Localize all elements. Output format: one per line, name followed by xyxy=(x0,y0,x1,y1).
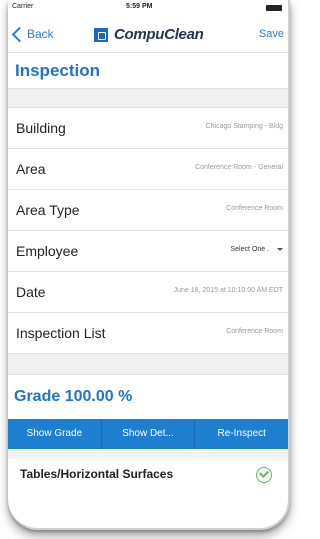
carrier-label: Carrier xyxy=(12,3,34,10)
page-title: Inspection xyxy=(8,52,288,89)
inspection-section[interactable]: Tables/Horizontal Surfaces xyxy=(8,459,288,489)
show-details-button[interactable]: Show Det... xyxy=(102,419,196,449)
employee-select-value: Select One . xyxy=(230,246,269,253)
battery-icon xyxy=(266,5,282,11)
logo-mark-icon xyxy=(94,27,108,42)
clock: 5:59 PM xyxy=(126,3,153,10)
field-value: June 18, 2015 at 10:10:00 AM EDT xyxy=(173,287,283,294)
logo-text: CompuClean xyxy=(114,26,204,43)
field-date[interactable]: Date June 18, 2015 at 10:10:00 AM EDT xyxy=(8,272,288,313)
field-inspection-list[interactable]: Inspection List Conference Room xyxy=(8,313,288,354)
employee-select[interactable]: Select One . xyxy=(230,246,283,253)
nav-bar: Back CompuClean Save xyxy=(8,18,288,52)
back-button[interactable]: Back xyxy=(10,26,54,42)
save-button[interactable]: Save xyxy=(259,28,284,40)
section-title: Tables/Horizontal Surfaces xyxy=(20,467,174,481)
chevron-left-icon xyxy=(11,26,28,42)
grade-heading: Grade 100.00 % xyxy=(14,388,133,405)
field-area[interactable]: Area Conference Room - General xyxy=(8,149,288,190)
show-grade-button[interactable]: Show Grade xyxy=(8,419,102,449)
field-label: Area Type xyxy=(16,202,80,218)
status-bar: Carrier 5:59 PM xyxy=(8,0,288,18)
field-value: Conference Room - General xyxy=(195,164,283,171)
field-label: Inspection List xyxy=(16,325,106,341)
action-bar: Show Grade Show Det... Re-Inspect xyxy=(8,419,288,449)
field-value: Conference Room xyxy=(226,328,283,335)
field-label: Area xyxy=(16,161,46,177)
field-value: Chicago Stamping - Bldg xyxy=(205,123,283,130)
field-value: Conference Room xyxy=(226,205,283,212)
app-logo: CompuClean xyxy=(94,26,204,43)
field-area-type[interactable]: Area Type Conference Room xyxy=(8,190,288,231)
field-label: Employee xyxy=(16,243,79,259)
section-gap xyxy=(8,354,288,375)
field-label: Building xyxy=(16,120,66,136)
section-gap xyxy=(8,89,288,108)
check-circle-icon xyxy=(256,467,272,483)
back-label: Back xyxy=(27,27,54,41)
field-employee[interactable]: Employee Select One . xyxy=(8,231,288,272)
divider xyxy=(8,449,288,459)
phone-screen: Carrier 5:59 PM Back CompuClean Save Ins… xyxy=(8,0,290,530)
field-building[interactable]: Building Chicago Stamping - Bldg xyxy=(8,108,288,149)
chevron-down-icon xyxy=(277,247,283,251)
reinspect-button[interactable]: Re-Inspect xyxy=(195,419,288,449)
field-label: Date xyxy=(16,284,46,300)
